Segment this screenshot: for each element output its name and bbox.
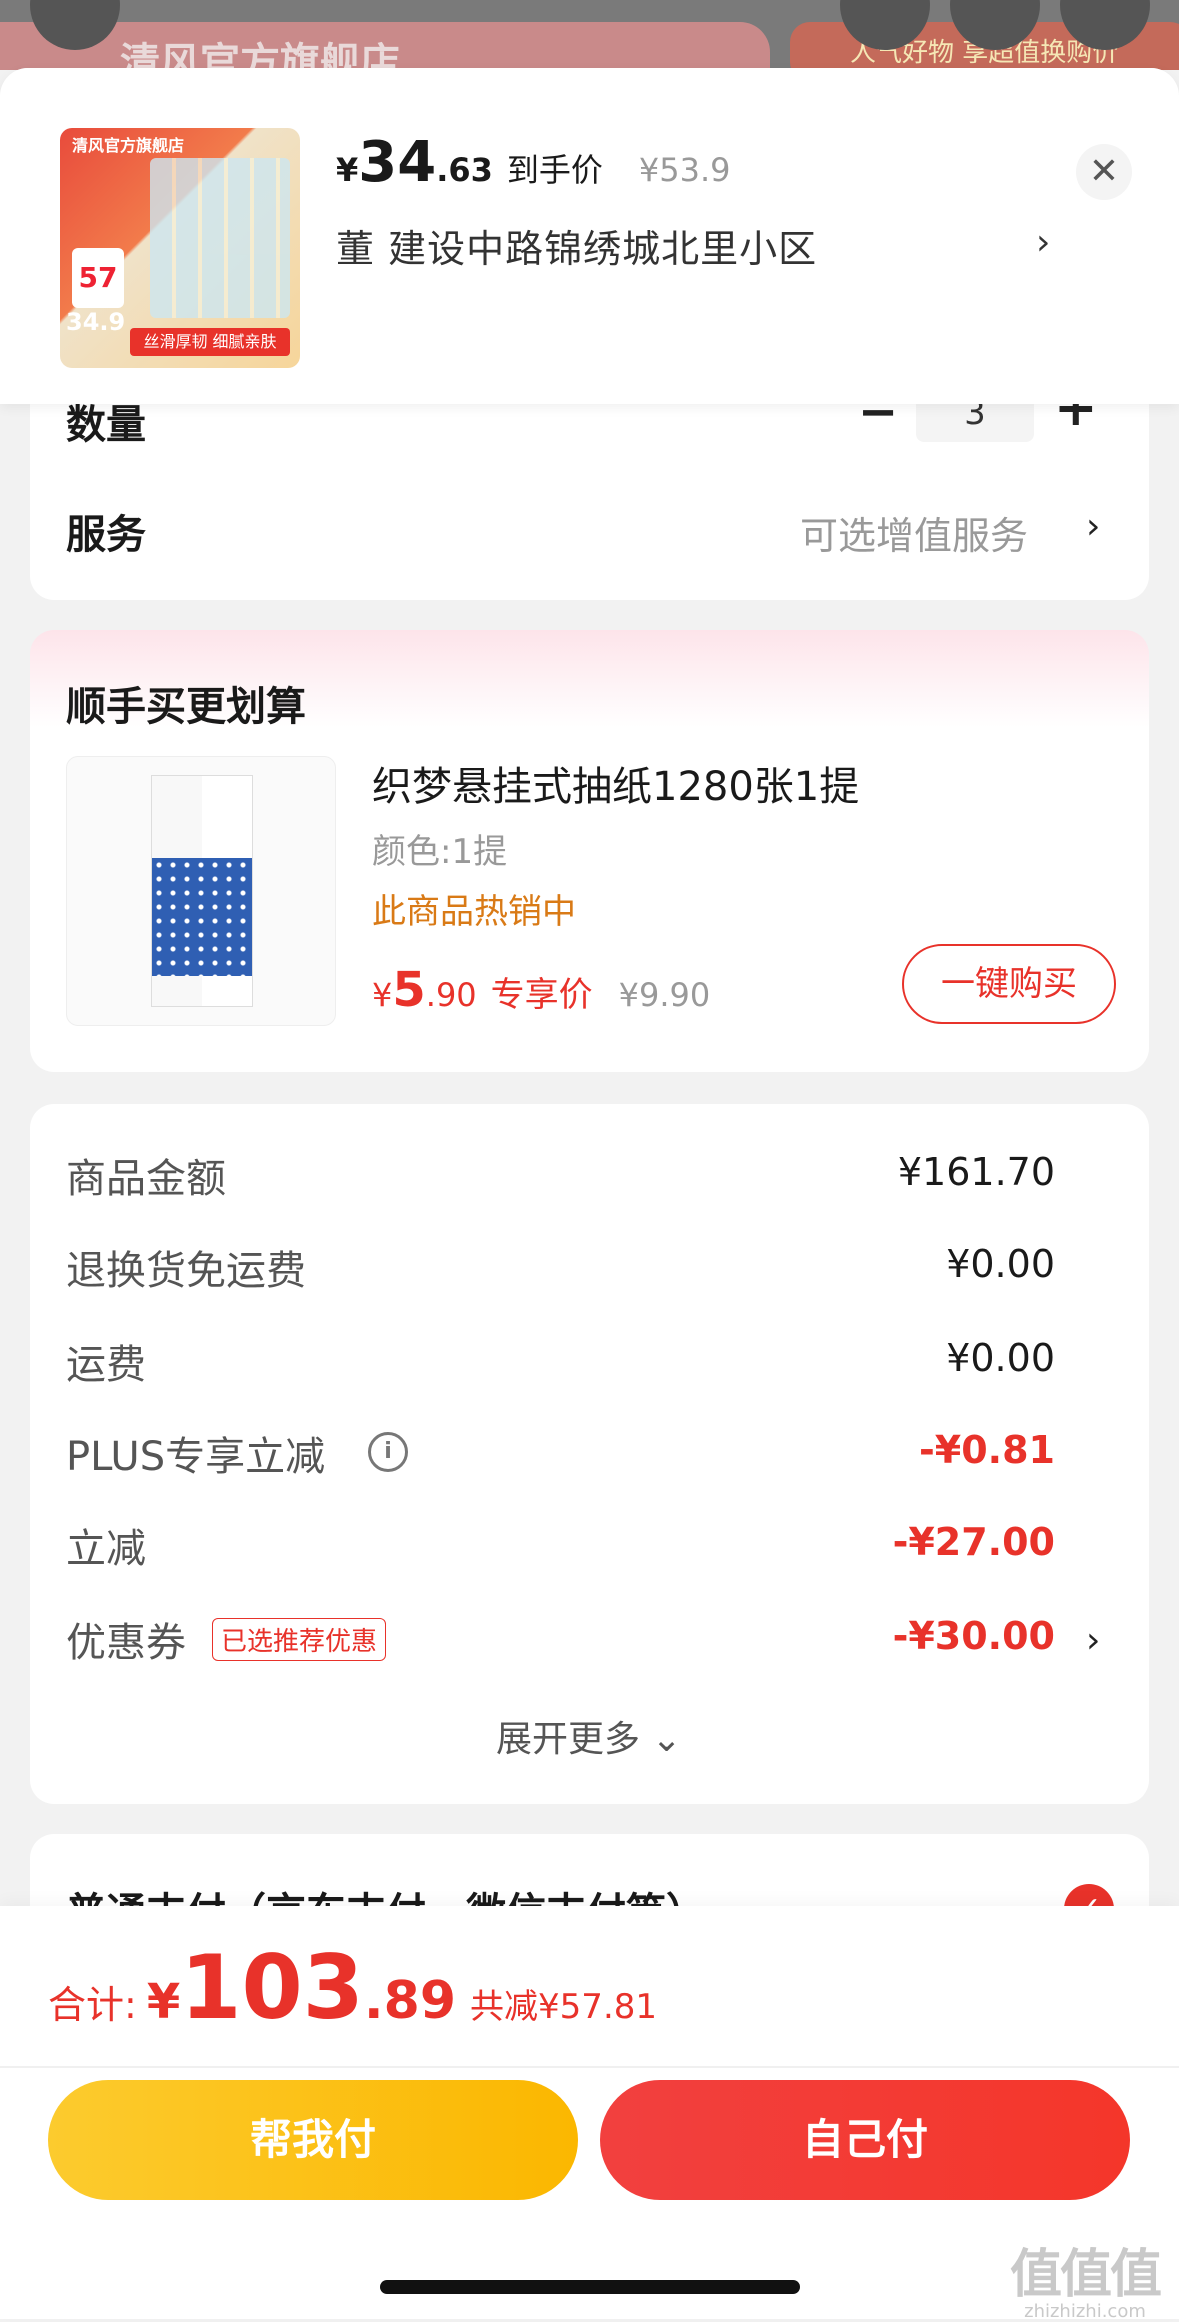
summary-label-coupon[interactable]: 优惠券 (66, 1610, 186, 1668)
price-integer: 34 (358, 130, 437, 195)
tissue-pack-illustration (151, 775, 253, 1007)
chevron-right-icon[interactable]: › (1086, 1620, 1100, 1661)
addon-product-name[interactable]: 织梦悬挂式抽纸1280张1提 (372, 754, 859, 812)
summary-value-goods: ¥161.70 (897, 1150, 1055, 1194)
home-indicator[interactable] (380, 2280, 800, 2294)
price-decimal: .90 (425, 976, 477, 1014)
summary-label-discount: 立减 (66, 1526, 146, 1572)
total-integer: 103 (180, 1936, 364, 2039)
delivery-address[interactable]: 董 建设中路锦绣城北里小区 (336, 218, 817, 273)
price-integer: 5 (392, 962, 426, 1018)
summary-label-shipping: 运费 (66, 1342, 146, 1388)
summary-value-coupon[interactable]: -¥30.00 (893, 1614, 1055, 1658)
original-price: ¥53.9 (638, 151, 731, 189)
price-currency: ¥ (336, 151, 359, 189)
divider (0, 2066, 1179, 2068)
summary-value-shipping: ¥0.00 (946, 1336, 1055, 1380)
price-tag: 专享价 (490, 975, 593, 1015)
store-banner: 清风官方旗舰店 (0, 22, 770, 70)
info-icon[interactable]: i (368, 1432, 408, 1472)
addon-product-image[interactable] (66, 756, 336, 1026)
price-tag: 到手价 (506, 151, 603, 189)
thumb-price: 34.9 (66, 308, 126, 336)
addon-hot-label: 此商品热销中 (372, 892, 576, 932)
thumb-store: 清风官方旗舰店 (72, 136, 185, 155)
watermark-logo: 值值值 (1010, 2245, 1162, 2305)
total-currency: ¥ (146, 1974, 181, 2030)
thumb-slogan: 丝滑厚韧 细腻亲肤 (130, 328, 290, 356)
summary-label-return-shipping: 退换货免运费 (66, 1248, 306, 1294)
header-price: ¥34.63 到手价 ¥53.9 (336, 130, 731, 195)
product-image-grid (150, 158, 290, 318)
summary-value-plus: -¥0.81 (919, 1428, 1055, 1472)
product-thumbnail[interactable]: 清风官方旗舰店 57 34.9 丝滑厚韧 细腻亲肤 (60, 128, 300, 368)
total-decimal: .89 (363, 1971, 457, 2031)
total-price: 合计: ¥103.89 共减¥57.81 (48, 1936, 657, 2039)
original-price: ¥9.90 (618, 976, 711, 1014)
summary-label-plus: PLUS专享立减 (66, 1434, 326, 1480)
service-label: 服务 (66, 512, 146, 558)
price-currency: ¥ (372, 976, 393, 1014)
total-saving: 共减¥57.81 (470, 1987, 658, 2027)
addon-title: 顺手买更划算 (66, 684, 306, 730)
chevron-right-icon[interactable]: › (1036, 222, 1050, 263)
summary-label-goods: 商品金额 (66, 1156, 226, 1202)
one-click-buy-button[interactable]: 一键购买 (902, 944, 1116, 1024)
background-banner: 清风官方旗舰店 人气好物 享超值换购价 (0, 0, 1179, 70)
help-pay-button[interactable]: 帮我付 (48, 2080, 578, 2200)
service-value[interactable]: 可选增值服务 (800, 505, 1028, 560)
watermark: 值值值 zhizhizhi.com (1010, 2232, 1162, 2322)
self-pay-button[interactable]: 自己付 (600, 2080, 1130, 2200)
price-decimal: .63 (436, 151, 493, 189)
coupon-badge: 已选推荐优惠 (212, 1618, 387, 1661)
store-banner-text: 清风官方旗舰店 (120, 40, 400, 70)
expand-more-button[interactable]: 展开更多 ⌄ (496, 1710, 682, 1762)
summary-value-return-shipping: ¥0.00 (946, 1242, 1055, 1286)
addon-product-color: 颜色:1提 (372, 832, 508, 872)
total-label: 合计: (48, 1983, 137, 2027)
chevron-right-icon[interactable]: › (1086, 506, 1100, 547)
close-button[interactable]: ✕ (1076, 144, 1132, 200)
thumb-badge: 57 (72, 248, 124, 308)
addon-price: ¥5.90 专享价 ¥9.90 (372, 962, 710, 1018)
summary-value-discount: -¥27.00 (892, 1520, 1055, 1564)
